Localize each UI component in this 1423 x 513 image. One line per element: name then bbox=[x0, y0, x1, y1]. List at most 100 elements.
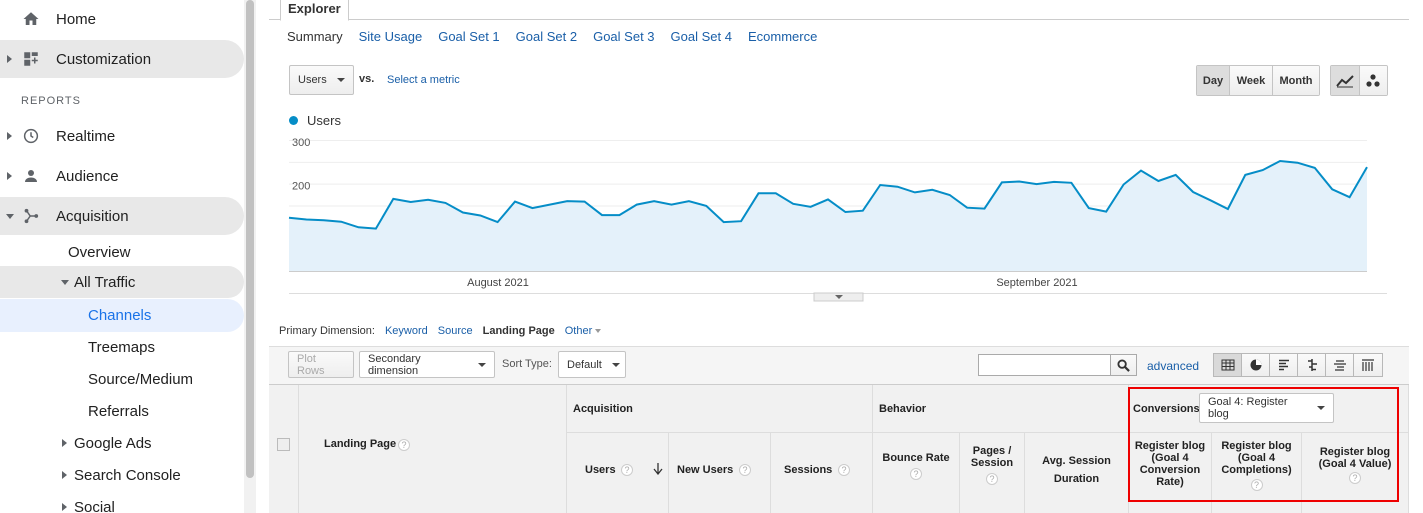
landing-page-header-label: Landing Page bbox=[324, 438, 397, 450]
completions-column-header[interactable]: Register blog (Goal 4 Completions) ? bbox=[1212, 433, 1302, 513]
landing-page-column-header[interactable]: Landing Page ? bbox=[299, 385, 567, 513]
sort-descending-icon bbox=[653, 463, 663, 475]
plot-rows-button[interactable]: Plot Rows bbox=[288, 351, 354, 378]
view-term-cloud-button[interactable] bbox=[1326, 354, 1354, 376]
avg-session-duration-column-header[interactable]: Avg. Session Duration bbox=[1025, 433, 1129, 513]
view-percentage-button[interactable] bbox=[1242, 354, 1270, 376]
table-search-input[interactable] bbox=[978, 354, 1111, 376]
nav-google-ads[interactable]: Google Ads bbox=[0, 427, 244, 459]
nav-social[interactable]: Social bbox=[0, 491, 244, 513]
nav-referrals-label: Referrals bbox=[88, 402, 149, 420]
home-icon bbox=[23, 12, 39, 25]
motion-chart-button[interactable] bbox=[1359, 66, 1387, 95]
pages-per-session-column-header[interactable]: Pages / Session ? bbox=[960, 433, 1025, 513]
subtab-goal-set-2[interactable]: Goal Set 2 bbox=[516, 29, 577, 44]
new-users-column-header[interactable]: New Users ? bbox=[669, 433, 771, 513]
subtab-goal-set-3[interactable]: Goal Set 3 bbox=[593, 29, 654, 44]
report-main-panel: Explorer Summary Site Usage Goal Set 1 G… bbox=[269, 0, 1423, 513]
conversions-group-header: Conversions Goal 4: Register blog bbox=[1129, 385, 1409, 433]
completions-header-label: Register blog (Goal 4 Completions) bbox=[1221, 440, 1292, 476]
users-column-header[interactable]: Users ? bbox=[567, 433, 669, 513]
help-icon[interactable]: ? bbox=[398, 439, 410, 451]
subtab-ecommerce[interactable]: Ecommerce bbox=[748, 29, 817, 44]
explorer-subtabs: Summary Site Usage Goal Set 1 Goal Set 2… bbox=[287, 29, 817, 44]
legend-users-label: Users bbox=[307, 113, 341, 128]
nav-source-medium[interactable]: Source/Medium bbox=[0, 363, 244, 395]
y-tick-label: 300 bbox=[292, 137, 310, 149]
tab-explorer[interactable]: Explorer bbox=[280, 0, 349, 21]
help-icon[interactable]: ? bbox=[838, 464, 850, 476]
subtab-goal-set-4[interactable]: Goal Set 4 bbox=[671, 29, 732, 44]
day-button[interactable]: Day bbox=[1197, 66, 1230, 95]
nav-home[interactable]: Home bbox=[0, 0, 244, 38]
nav-source-medium-label: Source/Medium bbox=[88, 370, 194, 388]
subtab-site-usage[interactable]: Site Usage bbox=[359, 29, 423, 44]
expand-caret-icon bbox=[7, 55, 12, 63]
sidebar-scrollbar-thumb[interactable] bbox=[246, 0, 254, 478]
expand-caret-icon bbox=[62, 503, 67, 511]
help-icon[interactable]: ? bbox=[739, 464, 751, 476]
nav-customization-label: Customization bbox=[56, 50, 152, 68]
nav-customization[interactable]: Customization bbox=[0, 40, 244, 78]
nav-search-console-label: Search Console bbox=[74, 466, 181, 484]
view-pivot-button[interactable] bbox=[1354, 354, 1382, 376]
dimension-source[interactable]: Source bbox=[438, 325, 473, 337]
view-data-table-button[interactable] bbox=[1214, 354, 1242, 376]
goal-value-column-header[interactable]: Register blog (Goal 4 Value) ? bbox=[1302, 433, 1409, 513]
new-users-header-label: New Users bbox=[677, 464, 734, 476]
dimension-landing-page[interactable]: Landing Page bbox=[483, 325, 555, 337]
sessions-column-header[interactable]: Sessions ? bbox=[771, 433, 873, 513]
nav-treemaps-label: Treemaps bbox=[88, 338, 155, 356]
month-button[interactable]: Month bbox=[1273, 66, 1319, 95]
advanced-filter-link[interactable]: advanced bbox=[1147, 359, 1199, 373]
dimension-keyword[interactable]: Keyword bbox=[385, 325, 428, 337]
line-chart-button[interactable] bbox=[1331, 66, 1360, 95]
table-header: Landing Page ? Acquisition Behavior Conv… bbox=[269, 384, 1409, 513]
dropdown-arrow-icon bbox=[336, 78, 345, 82]
help-icon[interactable]: ? bbox=[910, 468, 922, 480]
reports-section-label: REPORTS bbox=[21, 95, 81, 107]
week-button[interactable]: Week bbox=[1230, 66, 1273, 95]
behavior-group-header: Behavior bbox=[873, 385, 1129, 433]
x-axis-label: August 2021 bbox=[467, 277, 529, 289]
dimension-other[interactable]: Other bbox=[565, 325, 602, 337]
sort-type-dropdown[interactable]: Default bbox=[558, 351, 626, 378]
nav-search-console[interactable]: Search Console bbox=[0, 459, 244, 491]
view-comparison-button[interactable] bbox=[1298, 354, 1326, 376]
help-icon[interactable]: ? bbox=[1250, 479, 1263, 491]
series-color-dot bbox=[289, 116, 298, 125]
goal-value-header-label: Register blog (Goal 4 Value) bbox=[1318, 446, 1392, 470]
help-icon[interactable]: ? bbox=[621, 464, 633, 476]
view-performance-button[interactable] bbox=[1270, 354, 1298, 376]
subtab-summary[interactable]: Summary bbox=[287, 29, 343, 44]
comparison-icon bbox=[1307, 359, 1317, 371]
nav-treemaps[interactable]: Treemaps bbox=[0, 331, 244, 363]
help-icon[interactable]: ? bbox=[1349, 472, 1361, 484]
nav-audience[interactable]: Audience bbox=[0, 157, 244, 195]
nav-social-label: Social bbox=[74, 498, 115, 513]
metric-dropdown[interactable]: Users bbox=[289, 65, 354, 95]
dropdown-arrow-icon bbox=[611, 362, 620, 367]
select-all-cell bbox=[269, 385, 299, 513]
subtab-goal-set-1[interactable]: Goal Set 1 bbox=[438, 29, 499, 44]
nav-all-traffic[interactable]: All Traffic bbox=[0, 266, 244, 298]
goal-select-value: Goal 4: Register blog bbox=[1208, 396, 1288, 420]
expand-caret-icon bbox=[7, 132, 12, 140]
help-icon[interactable]: ? bbox=[986, 473, 998, 485]
select-all-checkbox[interactable] bbox=[277, 438, 290, 451]
dropdown-arrow-icon bbox=[1317, 406, 1325, 410]
pages-per-session-header-label: Pages / Session bbox=[970, 445, 1014, 469]
bounce-rate-column-header[interactable]: Bounce Rate ? bbox=[873, 433, 960, 513]
clock-icon bbox=[23, 128, 39, 144]
conversion-rate-column-header[interactable]: Register blog (Goal 4 Conversion Rate) bbox=[1129, 433, 1212, 513]
nav-referrals[interactable]: Referrals bbox=[0, 395, 244, 427]
table-search-button[interactable] bbox=[1111, 354, 1137, 376]
select-metric-link[interactable]: Select a metric bbox=[387, 74, 460, 86]
nav-acquisition[interactable]: Acquisition bbox=[0, 197, 244, 235]
secondary-dimension-dropdown[interactable]: Secondary dimension bbox=[359, 351, 495, 378]
nav-realtime[interactable]: Realtime bbox=[0, 117, 244, 155]
goal-select-dropdown[interactable]: Goal 4: Register blog bbox=[1199, 393, 1334, 423]
nav-channels[interactable]: Channels bbox=[0, 299, 244, 332]
left-navigation-sidebar: Home Customization REPORTS Realtime Audi… bbox=[0, 0, 256, 513]
expand-caret-icon bbox=[62, 471, 67, 479]
